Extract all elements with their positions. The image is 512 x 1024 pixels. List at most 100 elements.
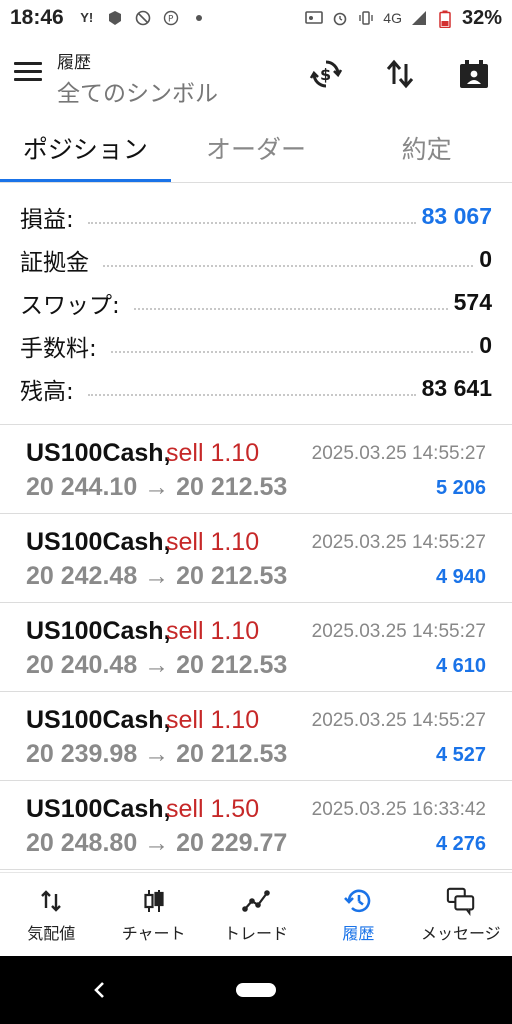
symbol-filter[interactable]: 全てのシンボル bbox=[57, 74, 218, 108]
summary-value: 83 067 bbox=[421, 203, 492, 229]
summary-dots bbox=[87, 393, 416, 396]
nav-history[interactable]: 履歴 bbox=[307, 873, 409, 956]
chart-candles-icon bbox=[139, 886, 169, 916]
summary-panel: 損益: 83 067 証拠金 0 スワップ: 574 手数料: 0 残高: 83… bbox=[0, 195, 512, 410]
summary-label: 損益: bbox=[20, 199, 82, 234]
history-icon bbox=[343, 886, 373, 916]
deal-prices: 20 239.98 → 20 212.53 bbox=[26, 740, 288, 768]
summary-dots bbox=[133, 307, 448, 310]
nav-label: トレード bbox=[224, 923, 289, 943]
summary-row-margin: 証拠金 0 bbox=[0, 238, 512, 281]
deal-profit: 5 206 bbox=[435, 477, 486, 499]
nav-trade[interactable]: トレード bbox=[205, 873, 307, 956]
deal-profit: 4 940 bbox=[435, 566, 486, 588]
deal-side: sell 1.10 bbox=[166, 439, 260, 467]
deal-row[interactable]: US100Cash, sell 1.10 2025.03.25 14:55:27… bbox=[0, 603, 512, 692]
status-system-icons: 4G 32% bbox=[305, 7, 502, 30]
deal-side: sell 1.10 bbox=[166, 617, 260, 645]
deal-time: 2025.03.25 14:55:27 bbox=[311, 443, 486, 464]
deal-side: sell 1.50 bbox=[166, 795, 260, 823]
summary-dots bbox=[87, 221, 416, 224]
menu-icon[interactable] bbox=[14, 62, 42, 86]
summary-value: 0 bbox=[479, 246, 492, 272]
nav-label: 気配値 bbox=[27, 923, 76, 943]
currency-convert-icon[interactable]: $ bbox=[306, 54, 346, 94]
sort-icon[interactable] bbox=[380, 54, 420, 94]
deal-time: 2025.03.25 14:55:27 bbox=[311, 710, 486, 731]
summary-row-swap: スワップ: 574 bbox=[0, 281, 512, 324]
blocked-notification-icon bbox=[134, 10, 152, 26]
deal-symbol: US100Cash, bbox=[26, 617, 171, 645]
back-icon[interactable] bbox=[88, 976, 112, 1004]
status-notification-icons: Y! P bbox=[78, 10, 208, 26]
yahoo-notification-icon: Y! bbox=[80, 10, 94, 25]
summary-value: 0 bbox=[479, 332, 492, 358]
deal-profit: 4 610 bbox=[435, 655, 486, 677]
deal-profit: 4 527 bbox=[435, 744, 486, 766]
deal-symbol: US100Cash, bbox=[26, 706, 171, 734]
deal-side: sell 1.10 bbox=[166, 528, 260, 556]
summary-label: 手数料: bbox=[20, 328, 105, 363]
deal-side: sell 1.10 bbox=[166, 706, 260, 734]
svg-text:P: P bbox=[168, 15, 174, 25]
status-time: 18:46 bbox=[10, 6, 64, 29]
deal-symbol: US100Cash, bbox=[26, 795, 171, 823]
deal-row[interactable]: US100Cash, sell 1.50 2025.03.25 16:33:42… bbox=[0, 781, 512, 870]
summary-row-commission: 手数料: 0 bbox=[0, 324, 512, 367]
tab-positions[interactable]: ポジション bbox=[0, 114, 171, 182]
tabs-divider bbox=[0, 182, 512, 183]
network-type: 4G bbox=[383, 10, 402, 26]
deal-list: US100Cash, sell 1.10 2025.03.25 14:55:27… bbox=[0, 425, 512, 870]
summary-row-balance: 残高: 83 641 bbox=[0, 367, 512, 410]
tab-deals[interactable]: 約定 bbox=[341, 114, 512, 182]
system-navigation-bar bbox=[0, 956, 512, 1024]
deal-profit: 4 276 bbox=[435, 833, 486, 855]
battery-percentage: 32% bbox=[461, 6, 502, 29]
deal-row[interactable]: US100Cash, sell 1.10 2025.03.25 14:55:27… bbox=[0, 514, 512, 603]
battery-icon bbox=[436, 10, 454, 29]
summary-value: 83 641 bbox=[421, 375, 492, 401]
deal-row[interactable]: US100Cash, sell 1.10 2025.03.25 14:55:27… bbox=[0, 425, 512, 514]
nav-label: チャート bbox=[121, 923, 186, 943]
nav-label: 履歴 bbox=[342, 923, 375, 943]
home-button[interactable] bbox=[236, 983, 276, 997]
summary-value: 574 bbox=[453, 289, 492, 315]
nav-quotes[interactable]: 気配値 bbox=[0, 873, 102, 956]
cube-notification-icon bbox=[106, 10, 124, 26]
summary-label: スワップ: bbox=[20, 285, 128, 320]
status-bar: 18:46 Y! P 4G 32% bbox=[0, 0, 512, 36]
deal-prices: 20 248.80 → 20 229.77 bbox=[26, 829, 288, 857]
summary-label: 証拠金 bbox=[20, 242, 97, 277]
alarm-icon bbox=[331, 10, 349, 26]
deal-symbol: US100Cash, bbox=[26, 528, 171, 556]
trade-icon bbox=[241, 886, 271, 916]
deal-prices: 20 244.10 → 20 212.53 bbox=[26, 473, 288, 501]
cast-icon bbox=[305, 10, 324, 26]
summary-dots bbox=[110, 350, 474, 353]
vibrate-icon bbox=[357, 10, 375, 26]
deal-time: 2025.03.25 14:55:27 bbox=[311, 621, 486, 642]
deal-time: 2025.03.25 16:33:42 bbox=[311, 799, 486, 820]
deal-row[interactable]: US100Cash, sell 1.10 2025.03.25 14:55:27… bbox=[0, 692, 512, 781]
payment-notification-icon: P bbox=[162, 10, 180, 26]
calendar-period-icon[interactable] bbox=[454, 54, 494, 94]
tab-bar: ポジション オーダー 約定 bbox=[0, 114, 512, 182]
app-bar: 履歴 全てのシンボル $ bbox=[0, 36, 512, 114]
tab-orders[interactable]: オーダー bbox=[171, 114, 342, 182]
nav-label: メッセージ bbox=[420, 923, 501, 943]
nav-chart[interactable]: チャート bbox=[102, 873, 204, 956]
deal-prices: 20 240.48 → 20 212.53 bbox=[26, 651, 288, 679]
deal-time: 2025.03.25 14:55:27 bbox=[311, 532, 486, 553]
summary-dots bbox=[103, 264, 474, 267]
messages-icon bbox=[446, 886, 476, 916]
nav-messages[interactable]: メッセージ bbox=[410, 873, 512, 956]
signal-icon bbox=[410, 10, 428, 26]
summary-label: 残高: bbox=[20, 371, 82, 406]
deal-prices: 20 242.48 → 20 212.53 bbox=[26, 562, 288, 590]
quotes-icon bbox=[36, 886, 66, 916]
svg-text:$: $ bbox=[320, 65, 331, 84]
summary-row-profit: 損益: 83 067 bbox=[0, 195, 512, 238]
page-title: 履歴 bbox=[57, 53, 91, 73]
deal-symbol: US100Cash, bbox=[26, 439, 171, 467]
dot-notification-icon bbox=[190, 10, 208, 26]
